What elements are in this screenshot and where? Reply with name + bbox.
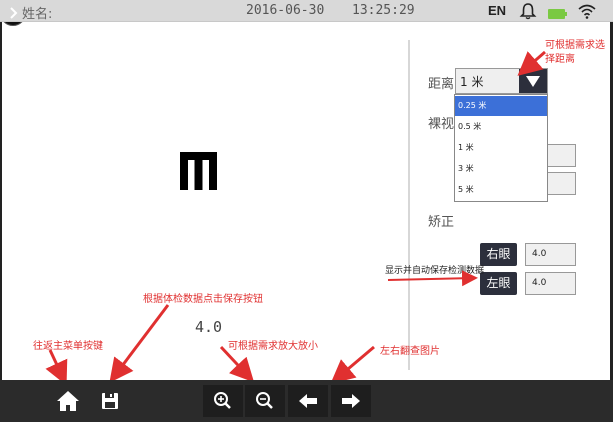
save-data-annotation: 显示并自动保存检测数据	[385, 266, 485, 276]
left-eye-button[interactable]: 左眼	[480, 272, 517, 295]
left-eye-value: 4.0	[525, 272, 576, 295]
wifi-icon	[578, 3, 596, 23]
home-button[interactable]	[54, 385, 82, 417]
zoom-out-icon	[256, 392, 273, 409]
home-arrow	[45, 349, 68, 386]
distance-option-3[interactable]: 3 米	[455, 159, 547, 179]
page-annotation: 左右翻查图片	[380, 346, 440, 357]
home-icon	[57, 391, 79, 411]
distance-selected-value: 1 米	[460, 75, 484, 89]
save-icon	[102, 393, 118, 409]
distance-option-1[interactable]: 1 米	[455, 138, 547, 158]
zoom-in-button[interactable]	[203, 385, 243, 417]
distance-dropdown-list: 0.25 米 0.5 米 1 米 3 米 5 米	[454, 94, 548, 202]
distance-annotation-line1: 可根据需求选	[545, 40, 605, 51]
zoom-in-icon	[214, 392, 231, 409]
next-button[interactable]	[331, 385, 371, 417]
annotation-arrows	[45, 50, 546, 386]
dropdown-arrow-icon[interactable]	[519, 69, 547, 93]
distance-option-5[interactable]: 5 米	[455, 180, 547, 200]
status-bar: 姓名: 2016-06-30 13:25:29 EN	[0, 0, 613, 22]
frame-left-border	[0, 22, 2, 380]
right-eye-button[interactable]: 右眼	[480, 243, 517, 266]
home-annotation: 往返主菜单按键	[33, 341, 103, 352]
corrected-label: 矫正	[428, 215, 455, 230]
zoom-out-button[interactable]	[245, 385, 285, 417]
distance-select[interactable]: 1 米	[455, 68, 548, 94]
save-button[interactable]	[96, 385, 124, 417]
zoom-annotation: 可根据需求放大放小	[228, 341, 318, 352]
battery-icon	[548, 5, 568, 24]
previous-button[interactable]	[288, 385, 328, 417]
tumbling-e-optotype	[180, 152, 217, 194]
status-date: 2016-06-30	[246, 3, 325, 18]
bell-icon[interactable]	[519, 2, 537, 24]
distance-option-0-25[interactable]: 0.25 米	[455, 96, 547, 116]
distance-annotation-line2: 择距离	[545, 54, 575, 65]
acuity-value: 4.0	[195, 318, 223, 336]
arrow-right-icon	[342, 394, 360, 408]
panel-divider	[408, 40, 410, 370]
page-arrow	[330, 345, 375, 384]
save-button-arrow	[109, 304, 170, 383]
patient-name-label: 姓名:	[22, 7, 53, 22]
status-time: 13:25:29	[352, 3, 415, 18]
right-eye-value: 4.0	[525, 243, 576, 266]
uncorrected-label: 裸视	[428, 117, 455, 132]
save-data-arrow	[387, 270, 478, 287]
chevron-right-icon[interactable]	[0, 0, 26, 26]
distance-option-0-5[interactable]: 0.5 米	[455, 117, 547, 137]
distance-label: 距离	[428, 77, 455, 92]
save-button-annotation: 根据体检数据点击保存按钮	[143, 294, 263, 305]
language-indicator[interactable]: EN	[488, 3, 506, 18]
arrow-left-icon	[299, 394, 317, 408]
